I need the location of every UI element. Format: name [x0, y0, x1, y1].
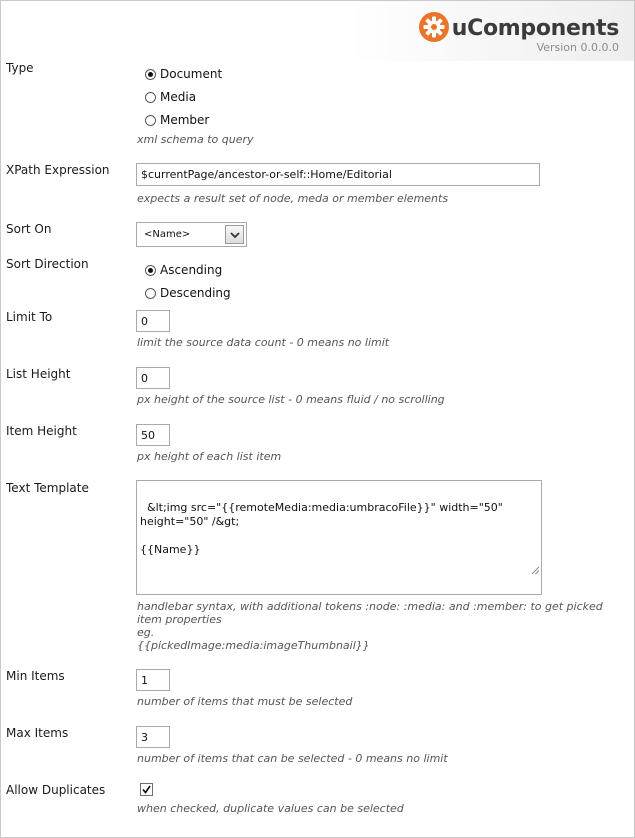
allow-duplicates-hint: when checked, duplicate values can be se… — [137, 802, 404, 815]
sort-radio-ascending[interactable]: Ascending — [145, 263, 222, 277]
text-template-hint-3: eg. — [137, 626, 155, 639]
settings-panel — [0, 0, 635, 838]
checkmark-icon — [142, 785, 151, 794]
limit-to-hint: limit the source data count - 0 means no… — [137, 336, 390, 349]
xpath-label: XPath Expression — [6, 163, 110, 177]
text-template-hint-1: handlebar syntax, with additional tokens… — [137, 600, 603, 613]
ucomponents-logo: uComponents Version 0.0.0.0 — [418, 12, 620, 54]
limit-to-label: Limit To — [6, 310, 53, 324]
list-height-label: List Height — [6, 367, 71, 381]
type-radio-document[interactable]: Document — [145, 67, 222, 81]
max-items-hint: number of items that can be selected - 0… — [137, 752, 448, 765]
max-items-input[interactable] — [136, 726, 170, 748]
item-height-input[interactable] — [136, 424, 170, 446]
radio-button[interactable] — [145, 68, 156, 80]
text-template-label: Text Template — [6, 481, 89, 495]
min-items-hint: number of items that must be selected — [137, 695, 353, 708]
allow-duplicates-checkbox[interactable] — [140, 783, 153, 796]
min-items-label: Min Items — [6, 669, 65, 683]
radio-button[interactable] — [145, 91, 156, 103]
text-template-textarea[interactable]: &lt;img src="{{remoteMedia:media:umbraco… — [136, 480, 542, 595]
max-items-label: Max Items — [6, 726, 69, 740]
type-radio-media[interactable]: Media — [145, 90, 196, 104]
item-height-hint: px height of each list item — [137, 450, 282, 463]
logo-title: uComponents — [451, 16, 620, 41]
gear-icon — [418, 12, 449, 45]
radio-button[interactable] — [145, 114, 156, 126]
sort-on-value: <Name> — [144, 229, 191, 240]
text-template-hint-4: {{pickedImage:media:imageThumbnail}} — [137, 639, 370, 652]
radio-label: Descending — [160, 286, 231, 300]
radio-label: Document — [160, 67, 223, 81]
resize-handle-icon[interactable] — [517, 551, 540, 593]
list-height-hint: px height of the source list - 0 means f… — [137, 393, 445, 406]
list-height-input[interactable] — [136, 367, 170, 389]
item-height-label: Item Height — [6, 424, 77, 438]
radio-label: Member — [160, 113, 210, 127]
type-hint: xml schema to query — [137, 133, 254, 146]
radio-button[interactable] — [145, 287, 156, 299]
min-items-input[interactable] — [136, 669, 170, 691]
sort-on-select[interactable]: <Name> — [136, 222, 247, 247]
type-radio-member[interactable]: Member — [145, 113, 209, 127]
sort-direction-label: Sort Direction — [6, 257, 89, 271]
text-template-value: &lt;img src="{{remoteMedia:media:umbraco… — [140, 501, 503, 556]
limit-to-input[interactable] — [136, 310, 170, 332]
type-label: Type — [6, 61, 34, 75]
sort-radio-descending[interactable]: Descending — [145, 286, 231, 300]
version-label: Version 0.0.0.0 — [536, 41, 619, 54]
radio-button[interactable] — [145, 264, 156, 276]
xpath-hint: expects a result set of node, meda or me… — [137, 192, 449, 205]
xpath-input[interactable] — [136, 163, 540, 186]
radio-label: Ascending — [160, 263, 223, 277]
text-template-hint-2: item properties — [137, 613, 222, 626]
radio-label: Media — [160, 90, 197, 104]
chevron-down-icon[interactable] — [225, 225, 244, 244]
sort-on-label: Sort On — [6, 222, 52, 236]
allow-duplicates-label: Allow Duplicates — [6, 783, 106, 797]
